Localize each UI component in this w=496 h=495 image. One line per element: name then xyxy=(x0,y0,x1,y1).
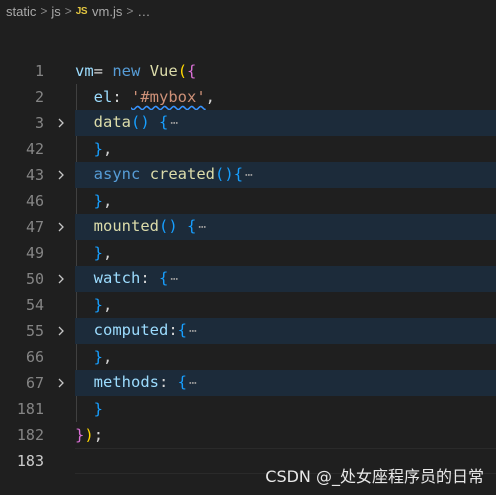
token: el xyxy=(93,88,113,106)
token: , xyxy=(103,244,113,262)
line-number: 47 xyxy=(25,218,44,236)
line-number: 54 xyxy=(25,296,44,314)
token: , xyxy=(205,88,216,106)
token: '#mybox' xyxy=(131,88,206,106)
code-line[interactable]: 66 }, xyxy=(0,344,496,370)
fold-chevron-icon[interactable] xyxy=(55,214,67,240)
code-line[interactable]: 43 async created(){⋯ xyxy=(0,162,496,188)
folded-ellipsis[interactable]: ⋯ xyxy=(198,220,206,235)
fold-chevron-icon[interactable] xyxy=(55,370,67,396)
fold-chevron-icon[interactable] xyxy=(55,110,67,136)
breadcrumb: static > js > JS vm.js > … xyxy=(0,0,496,22)
code-text: vm= new Vue({ xyxy=(75,62,197,80)
token: : xyxy=(159,373,178,391)
token: ; xyxy=(93,426,104,444)
code-text: }, xyxy=(93,348,113,366)
token: created xyxy=(149,165,216,183)
code-text: }, xyxy=(93,192,113,210)
token: async xyxy=(93,165,141,183)
code-text: } xyxy=(93,400,104,418)
folded-ellipsis[interactable]: ⋯ xyxy=(189,324,197,339)
code-text: el: '#mybox', xyxy=(75,84,215,110)
folded-ellipsis[interactable]: ⋯ xyxy=(170,116,178,131)
line-number: 1 xyxy=(34,62,44,80)
chevron-right-icon: > xyxy=(64,4,72,18)
chevron-right-icon: > xyxy=(126,4,134,18)
fold-chevron-icon[interactable] xyxy=(55,162,67,188)
line-number: 43 xyxy=(25,166,44,184)
breadcrumb-file[interactable]: vm.js xyxy=(92,4,122,19)
token: , xyxy=(103,140,113,158)
line-number: 67 xyxy=(25,374,44,392)
token: mounted xyxy=(93,217,159,235)
line-number: 46 xyxy=(25,192,44,210)
code-text: }, xyxy=(93,244,113,262)
line-number: 2 xyxy=(34,88,44,106)
code-line[interactable]: 182 }); xyxy=(0,422,496,448)
line-number: 183 xyxy=(16,452,44,470)
code-text: data() {⋯ xyxy=(93,113,179,131)
code-line[interactable]: 49 }, xyxy=(0,240,496,266)
code-line[interactable]: 67 methods: {⋯ xyxy=(0,370,496,396)
code-line[interactable]: 50 watch: {⋯ xyxy=(0,266,496,292)
code-text: mounted() {⋯ xyxy=(93,217,207,235)
folded-ellipsis[interactable]: ⋯ xyxy=(245,168,253,183)
chevron-right-icon: > xyxy=(40,4,48,18)
js-file-icon: JS xyxy=(75,5,88,17)
token: : xyxy=(112,88,132,106)
code-line[interactable]: 42 }, xyxy=(0,136,496,162)
line-number: 42 xyxy=(25,140,44,158)
code-text: async created(){⋯ xyxy=(93,165,253,183)
watermark: CSDN @_处女座程序员的日常 xyxy=(265,467,484,486)
code-line[interactable]: 55 computed:{⋯ xyxy=(0,318,496,344)
token: computed xyxy=(93,321,169,339)
token: : xyxy=(140,269,160,287)
folded-ellipsis[interactable]: ⋯ xyxy=(170,272,178,287)
breadcrumb-symbol[interactable]: … xyxy=(137,4,150,19)
line-number: 3 xyxy=(34,114,44,132)
breadcrumb-static[interactable]: static xyxy=(6,4,36,19)
token: , xyxy=(103,192,113,210)
token: , xyxy=(103,348,113,366)
line-number: 182 xyxy=(16,426,44,444)
code-text: watch: {⋯ xyxy=(93,269,179,287)
code-text: methods: {⋯ xyxy=(93,373,197,391)
token: data xyxy=(93,113,131,131)
token: = xyxy=(93,62,113,80)
line-number: 55 xyxy=(25,322,44,340)
line-number: 49 xyxy=(25,244,44,262)
folded-ellipsis[interactable]: ⋯ xyxy=(189,376,197,391)
token: methods xyxy=(93,373,159,391)
code-line[interactable]: 181 } xyxy=(0,396,496,422)
line-number: 50 xyxy=(25,270,44,288)
token: vm xyxy=(75,62,94,80)
code-line[interactable]: 47 mounted() {⋯ xyxy=(0,214,496,240)
token: Vue xyxy=(149,62,178,80)
code-line[interactable]: 3 data() {⋯ xyxy=(0,110,496,136)
token: , xyxy=(103,296,113,314)
breadcrumb-js[interactable]: js xyxy=(51,4,60,19)
code-line[interactable]: 2 el: '#mybox', xyxy=(0,84,496,110)
code-line[interactable]: 1 vm= new Vue({ xyxy=(0,58,496,84)
line-number: 181 xyxy=(16,400,44,418)
code-text: }, xyxy=(93,296,113,314)
code-editor[interactable]: 1 vm= new Vue({ 2 el: '#mybox', 3 data()… xyxy=(0,58,496,488)
line-number: 66 xyxy=(25,348,44,366)
token: new xyxy=(112,62,141,80)
code-line[interactable]: 46 }, xyxy=(0,188,496,214)
code-text: }, xyxy=(93,140,113,158)
token: watch xyxy=(93,269,141,287)
fold-chevron-icon[interactable] xyxy=(55,318,67,344)
code-text: computed:{⋯ xyxy=(93,321,197,339)
code-line[interactable]: 54 }, xyxy=(0,292,496,318)
fold-chevron-icon[interactable] xyxy=(55,266,67,292)
code-text: }); xyxy=(75,426,104,444)
